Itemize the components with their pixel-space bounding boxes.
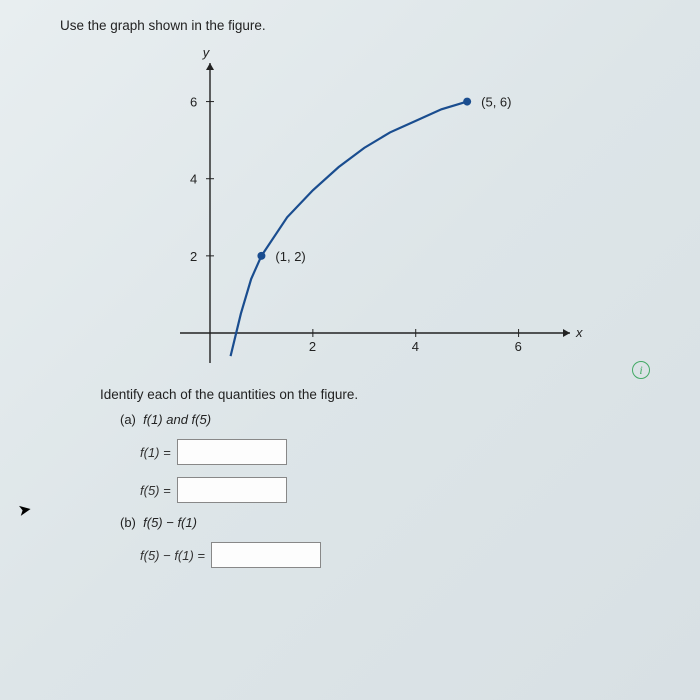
svg-text:(1, 2): (1, 2) <box>275 249 305 264</box>
svg-text:(5, 6): (5, 6) <box>481 95 511 110</box>
f1-input[interactable] <box>177 439 287 465</box>
instruction-text: Use the graph shown in the figure. <box>60 18 670 33</box>
diff-input[interactable] <box>211 542 321 568</box>
graph-figure: 246246xy(1, 2)(5, 6) i <box>140 43 620 373</box>
input-row-f5: f(5) = <box>140 477 670 503</box>
part-a-text: f(1) and f(5) <box>143 412 211 427</box>
part-a-prompt: (a) f(1) and f(5) <box>120 412 670 427</box>
f1-label: f(1) = <box>140 445 171 460</box>
svg-text:6: 6 <box>515 339 522 354</box>
svg-text:y: y <box>202 45 211 60</box>
svg-text:x: x <box>575 325 583 340</box>
diff-label: f(5) − f(1) = <box>140 548 205 563</box>
svg-text:2: 2 <box>309 339 316 354</box>
svg-text:4: 4 <box>190 172 197 187</box>
svg-text:4: 4 <box>412 339 419 354</box>
part-b-prompt: (b) f(5) − f(1) <box>120 515 670 530</box>
svg-text:2: 2 <box>190 249 197 264</box>
input-row-f1: f(1) = <box>140 439 670 465</box>
info-icon[interactable]: i <box>632 361 650 379</box>
f5-input[interactable] <box>177 477 287 503</box>
input-row-diff: f(5) − f(1) = <box>140 542 670 568</box>
f5-label: f(5) = <box>140 483 171 498</box>
question-text: Identify each of the quantities on the f… <box>100 387 670 402</box>
part-b-label: (b) <box>120 515 136 530</box>
svg-text:6: 6 <box>190 95 197 110</box>
part-b-text: f(5) − f(1) <box>143 515 197 530</box>
part-a-label: (a) <box>120 412 136 427</box>
